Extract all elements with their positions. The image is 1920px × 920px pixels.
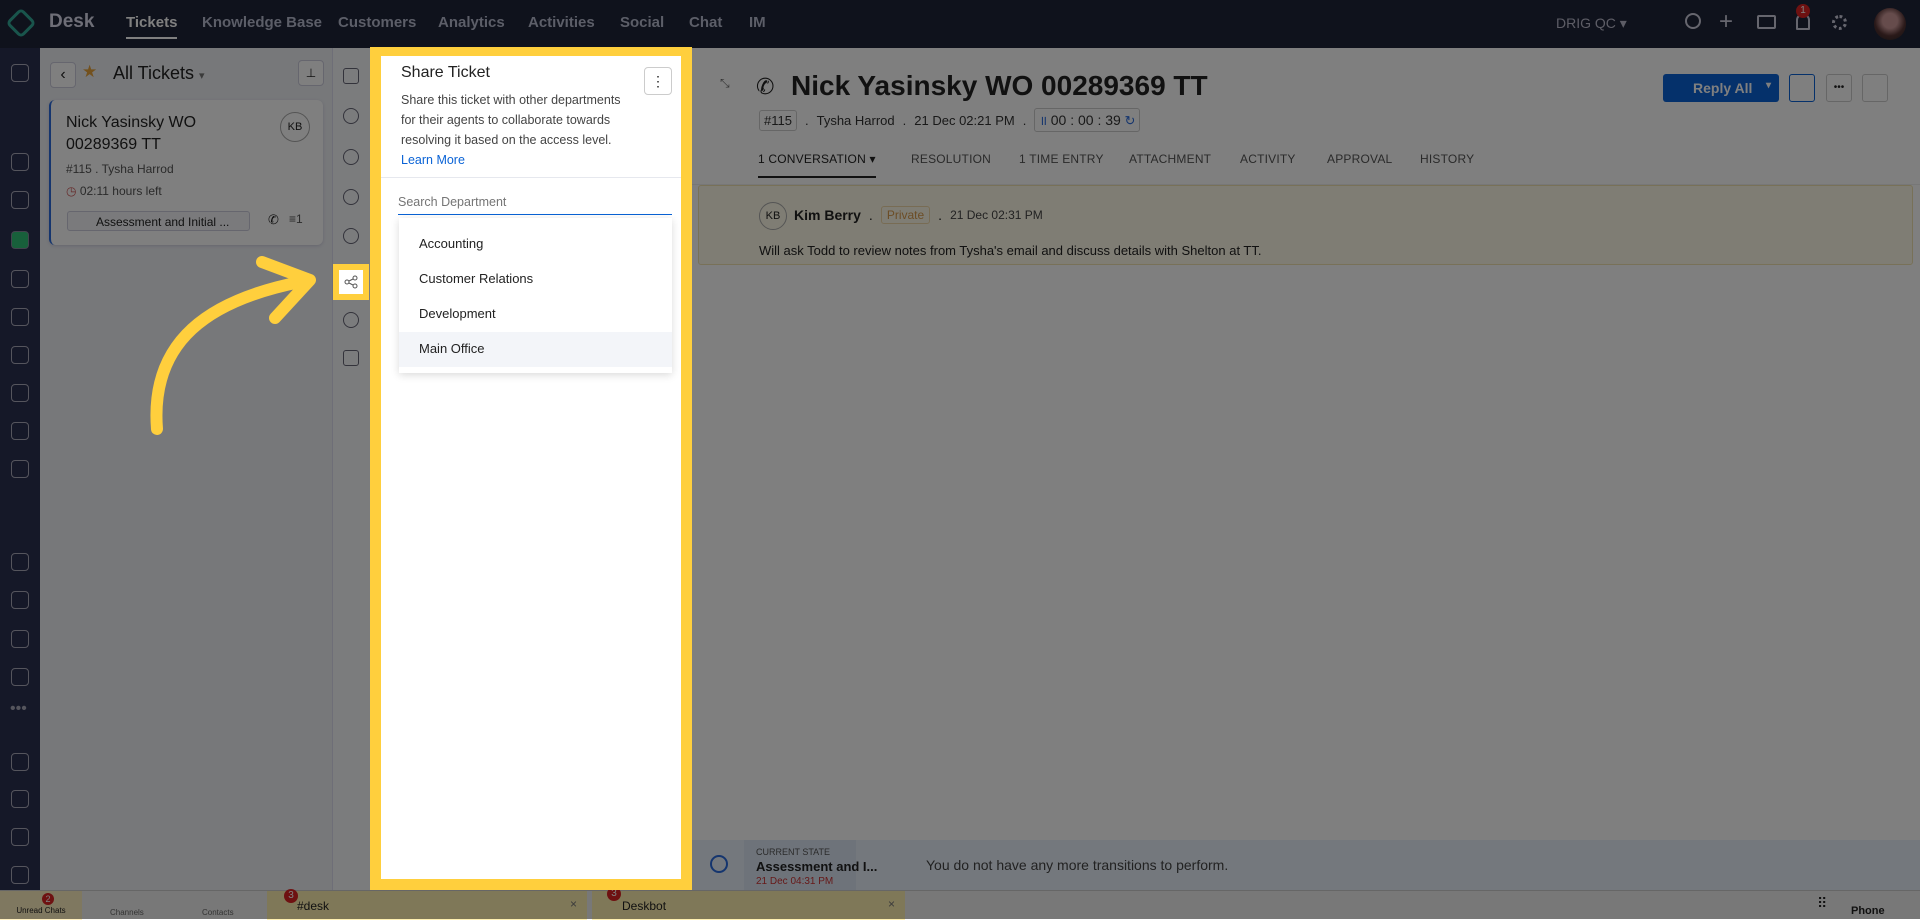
pointer-arrow [150,256,316,435]
department-dropdown: Accounting Customer Relations Developmen… [399,218,672,373]
learn-more-link[interactable]: Learn More [401,153,465,167]
share-ticket-panel: Share Ticket ⋮ Share this ticket with ot… [381,56,681,879]
share-description: Share this ticket with other departments… [401,93,621,147]
department-option-customer-relations[interactable]: Customer Relations [399,262,672,297]
department-option-accounting[interactable]: Accounting [399,227,672,262]
share-menu-button[interactable]: ⋮ [644,67,672,95]
search-department-input[interactable] [398,190,672,215]
department-option-main-office[interactable]: Main Office [399,332,672,367]
share-title: Share Ticket [401,64,490,81]
department-option-development[interactable]: Development [399,297,672,332]
